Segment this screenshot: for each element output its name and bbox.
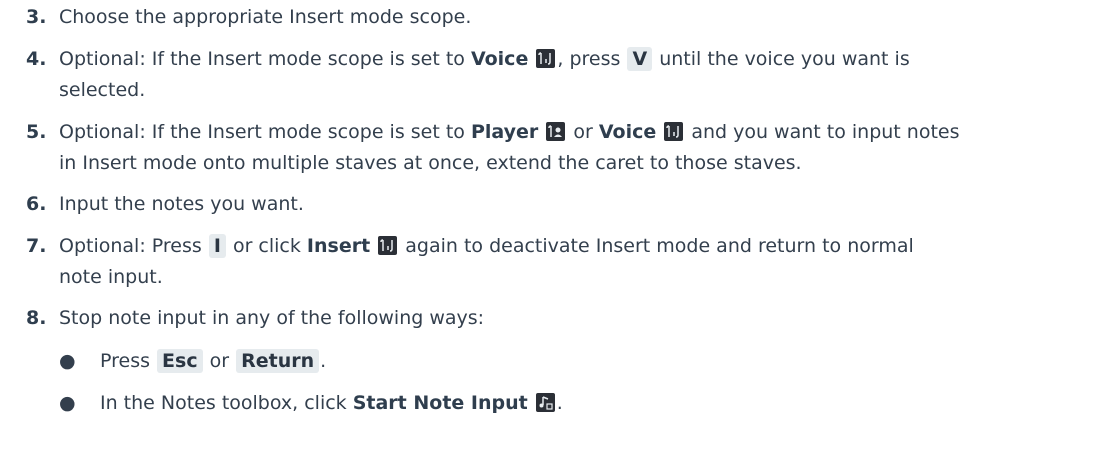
keyboard-key-return: Return [236,349,320,373]
player-label: Player [470,121,539,143]
step-number: 4. [26,48,47,70]
step-text: Optional: If the Insert mode scope is se… [59,47,910,101]
step-text: Input the notes you want. [59,193,304,215]
step-number: 3. [26,6,47,28]
step-text: Stop note input in any of the following … [59,307,485,329]
start-note-input-icon [535,393,555,412]
voice-insert-icon [664,122,684,141]
bullet-mark: ● [59,392,76,414]
step-text: Choose the appropriate Insert mode scope… [59,6,472,28]
step-number: 7. [26,235,47,257]
keyboard-key-esc: Esc [157,349,203,373]
step-number: 6. [26,193,47,215]
step-text: Optional: If the Insert mode scope is se… [59,121,960,174]
insert-label: Insert [306,235,371,257]
start-note-input-label: Start Note Input [352,392,528,414]
document-page: 3. Choose the appropriate Insert mode sc… [0,0,1107,470]
step-number: 8. [26,307,47,329]
bullet-text: Press Esc or Return. [100,349,327,373]
keyboard-key-v: V [627,47,653,71]
bullet-text: In the Notes toolbox, click Start Note I… [100,392,563,414]
voice-insert-icon [378,236,398,255]
keyboard-key-i: I [208,234,226,258]
voice-insert-icon [536,49,556,68]
step-number: 5. [26,121,47,143]
voice-label: Voice [598,121,657,143]
voice-label: Voice [470,48,529,70]
bullet-mark: ● [59,350,76,372]
step-text: Optional: Press I or click Insert again … [59,234,914,288]
player-insert-icon [546,122,566,141]
